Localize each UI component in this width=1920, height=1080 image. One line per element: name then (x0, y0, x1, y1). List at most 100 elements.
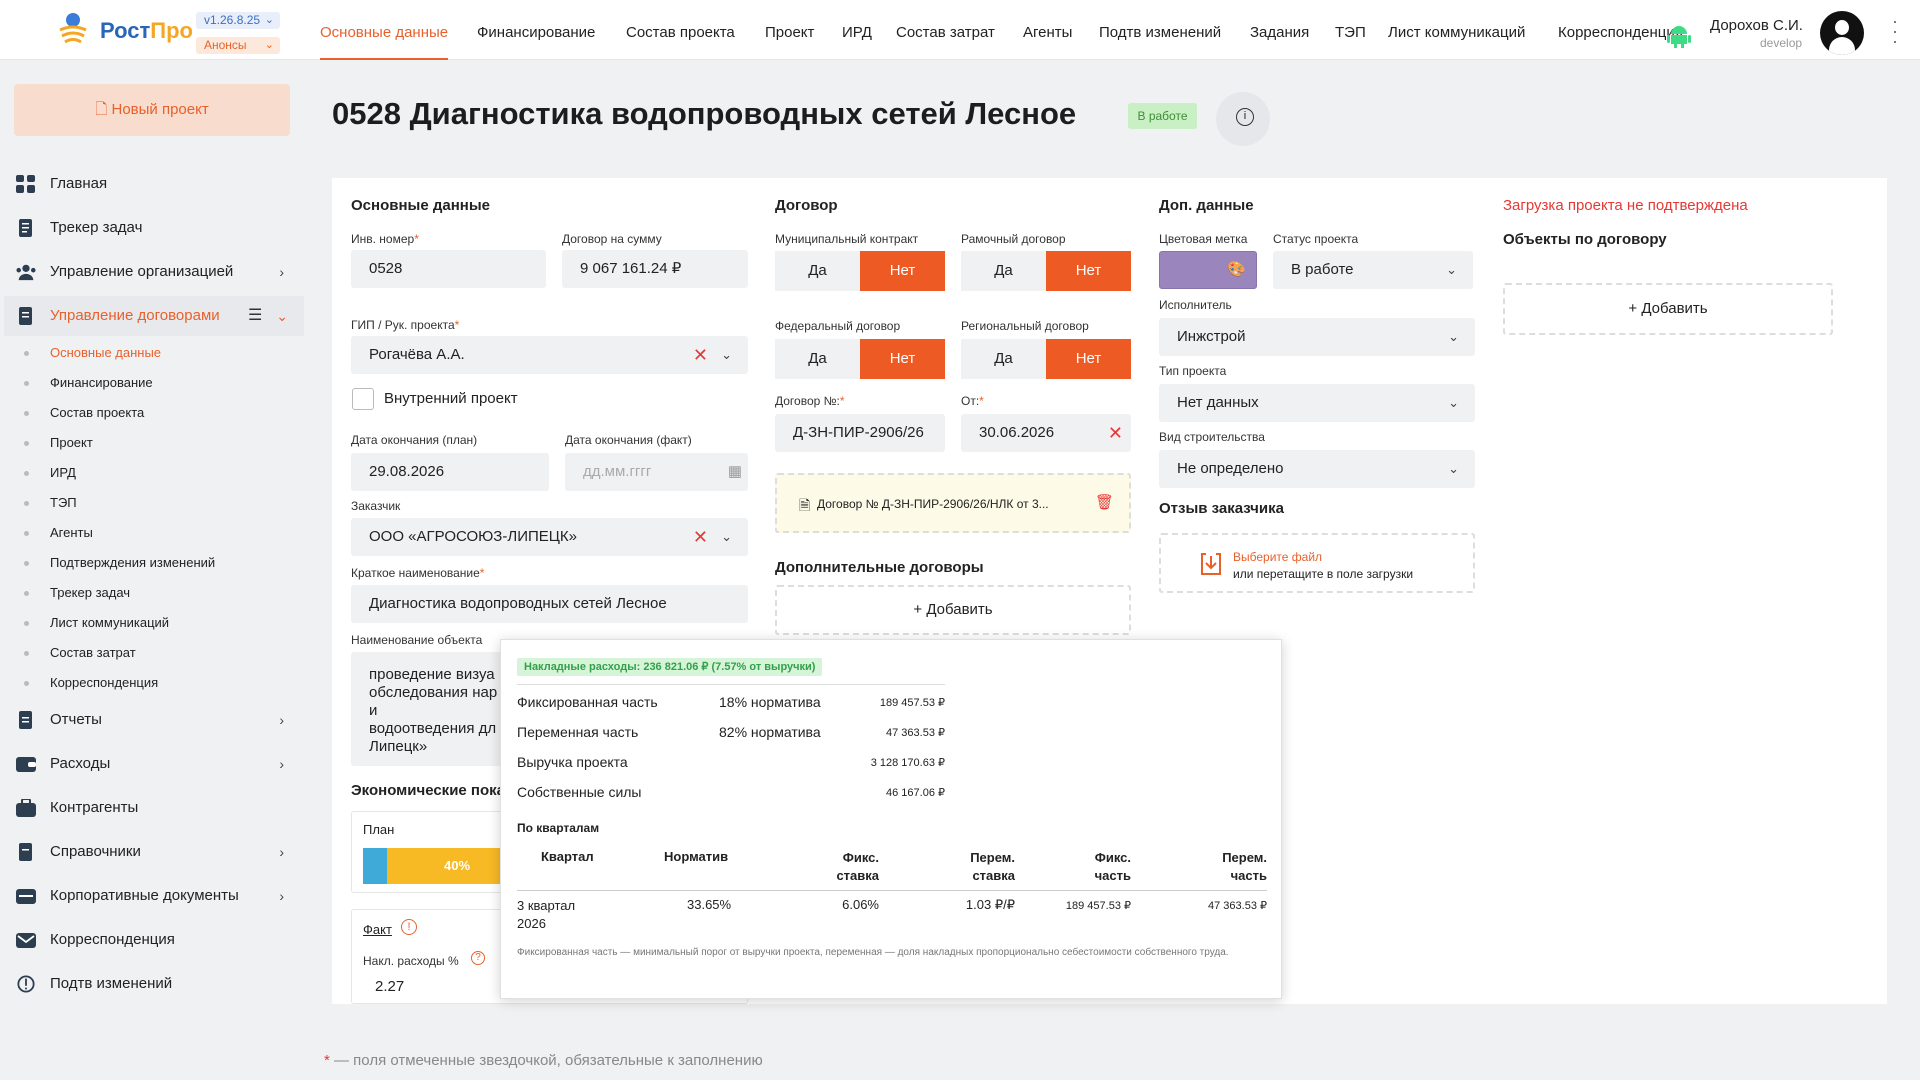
feedback-upload-zone[interactable]: Выберите файл или перетащите в поле загр… (1159, 533, 1475, 593)
sidebar-item-corporate-docs[interactable]: Корпоративные документы › (14, 881, 294, 911)
tab-project[interactable]: Проект (765, 0, 814, 60)
short-name-input[interactable]: Диагностика водопроводных сетей Лесное (351, 585, 748, 623)
internal-project-checkbox[interactable] (352, 388, 374, 410)
tab-tep[interactable]: ТЭП (1335, 0, 1366, 60)
tooltip-row-value: 3 128 170.63 ₽ (870, 757, 945, 769)
tab-financing[interactable]: Финансирование (477, 0, 595, 60)
brand-part-b: Про (150, 18, 193, 43)
brand-name[interactable]: РостПро (100, 18, 193, 44)
economic-section-title: Экономические пока (351, 782, 505, 799)
overhead-label: Накл. расходы % (363, 954, 459, 968)
sidebar-item-expenses[interactable]: Расходы › (14, 749, 294, 779)
regional-no[interactable]: Нет (1046, 339, 1131, 379)
upload-hint: или перетащите в поле загрузки (1233, 567, 1414, 581)
tab-cost-composition[interactable]: Состав затрат (896, 0, 995, 60)
municipal-label: Муниципальный контракт (775, 232, 919, 246)
sidebar-item-correspondence[interactable]: Корреспонденция (14, 925, 294, 955)
chevron-down-icon[interactable]: ⌄ (721, 336, 732, 374)
contract-sum-input[interactable]: 9 067 161.24 ₽ (562, 250, 748, 288)
sidebar-item-label: Отчеты (50, 711, 102, 728)
tab-communication-sheet[interactable]: Лист коммуникаций (1388, 0, 1525, 60)
avatar[interactable] (1820, 11, 1864, 55)
add-additional-contract-button[interactable]: + Добавить (775, 585, 1131, 635)
sidebar-item-references[interactable]: Справочники › (14, 837, 294, 867)
construction-type-select[interactable]: Не определено ⌄ (1159, 450, 1475, 488)
sidebar-item-change-confirmations[interactable]: Подтв изменений (14, 969, 294, 999)
municipal-no[interactable]: Нет (860, 251, 945, 291)
calendar-icon[interactable]: ▦ (728, 453, 742, 491)
version-badge[interactable]: v1.26.8.25 ⌄ (196, 12, 280, 29)
section-title-main: Основные данные (351, 197, 490, 214)
executor-select[interactable]: Инжстрой ⌄ (1159, 318, 1475, 356)
new-project-button[interactable]: 🗋 Новый проект (14, 84, 290, 136)
list-icon[interactable]: ☰ (248, 296, 262, 336)
sidebar-item-label: Главная (50, 175, 108, 192)
framework-yes[interactable]: Да (961, 251, 1046, 291)
tab-change-confirmations[interactable]: Подтв изменений (1099, 0, 1221, 60)
federal-no[interactable]: Нет (860, 339, 945, 379)
tab-ird[interactable]: ИРД (842, 0, 872, 60)
municipal-yes[interactable]: Да (775, 251, 860, 291)
chevron-down-icon: ⌄ (264, 14, 274, 26)
chevron-down-icon[interactable]: ⌄ (1448, 384, 1459, 422)
project-status-select[interactable]: В работе ⌄ (1273, 251, 1473, 289)
sidebar-item-task-tracker[interactable]: Трекер задач (14, 213, 294, 243)
help-icon[interactable]: ? (471, 951, 485, 965)
sidebar-item-reports[interactable]: Отчеты › (14, 705, 294, 735)
tooltip-note: Фиксированная часть — минимальный порог … (517, 947, 1229, 958)
sidebar-item-home[interactable]: Главная (14, 169, 294, 199)
trash-icon[interactable]: 🗑 (1095, 493, 1114, 511)
clear-icon[interactable]: ✕ (693, 518, 708, 556)
announces-badge[interactable]: Анонсы ⌄ (196, 37, 280, 54)
wallet-icon (16, 757, 36, 772)
clear-icon[interactable]: ✕ (1108, 414, 1123, 452)
inv-number-input[interactable]: 0528 (351, 250, 546, 288)
end-plan-input[interactable]: 29.08.2026 (351, 453, 549, 491)
clear-icon[interactable]: ✕ (693, 336, 708, 374)
tab-project-composition[interactable]: Состав проекта (626, 0, 735, 60)
chevron-down-icon[interactable]: ⌄ (721, 518, 732, 556)
customer-select[interactable]: ООО «АГРОСОЮЗ-ЛИПЕЦК» ✕ ⌄ (351, 518, 748, 556)
project-type-select[interactable]: Нет данных ⌄ (1159, 384, 1475, 422)
sidebar-item-org-management[interactable]: Управление организацией › (14, 257, 294, 287)
gip-select[interactable]: Рогачёва А.А. ✕ ⌄ (351, 336, 748, 374)
federal-yes[interactable]: Да (775, 339, 860, 379)
info-button[interactable] (1216, 92, 1270, 146)
tooltip-row-name: Собственные силы (517, 784, 642, 800)
sidebar-item-label: Подтв изменений (50, 975, 173, 992)
more-menu-icon[interactable]: · · · (1892, 12, 1898, 50)
sidebar-item-contract-management[interactable]: Управление договорами ☰ ⌄ (4, 296, 304, 336)
tab-agents[interactable]: Агенты (1023, 0, 1072, 60)
color-mark-picker[interactable]: 🎨 (1159, 251, 1257, 289)
add-contract-object-button[interactable]: + Добавить (1503, 283, 1833, 335)
report-icon (19, 711, 32, 729)
chevron-down-icon[interactable]: ⌄ (1446, 251, 1457, 289)
android-icon[interactable] (1666, 22, 1692, 48)
sidebar-item-label: Управление организацией (50, 263, 234, 280)
sidebar-item-counterparties[interactable]: Контрагенты (14, 793, 294, 823)
contract-sum-label: Договор на сумму (562, 232, 662, 246)
col-fix-part: Фикс. часть (1094, 850, 1131, 883)
chevron-down-icon[interactable]: ⌄ (1448, 450, 1459, 488)
tab-tasks[interactable]: Задания (1250, 0, 1309, 60)
contract-date-input[interactable]: 30.06.2026 ✕ (961, 414, 1131, 452)
tab-main-data[interactable]: Основные данные (320, 0, 449, 60)
end-fact-label: Дата окончания (факт) (565, 433, 692, 447)
short-name-label: Краткое наименование* (351, 566, 485, 580)
contract-file-name: Договор № Д-ЗН-ПИР-2906/26/НЛК от 3... (817, 497, 1049, 511)
end-fact-input[interactable]: дд.мм.гггг ▦ (565, 453, 748, 491)
project-type-label: Тип проекта (1159, 364, 1227, 378)
contract-number-input[interactable]: Д-ЗН-ПИР-2906/26 (775, 414, 945, 452)
plan-label: План (363, 822, 395, 837)
user-role: develop (1760, 36, 1803, 50)
var-part-cell: 47 363.53 ₽ (1208, 900, 1267, 912)
sidebar-item-label: Управление договорами (50, 307, 220, 324)
quarters-title: По кварталам (517, 821, 600, 835)
warning-icon[interactable]: ! (401, 919, 417, 935)
regional-yes[interactable]: Да (961, 339, 1046, 379)
chevron-down-icon[interactable]: ⌄ (1448, 318, 1459, 356)
framework-no[interactable]: Нет (1046, 251, 1131, 291)
inv-number-label: Инв. номер* (351, 232, 419, 246)
contract-file-card[interactable]: 🗎 Договор № Д-ЗН-ПИР-2906/26/НЛК от 3...… (775, 473, 1131, 533)
section-title-extra: Доп. данные (1159, 197, 1254, 214)
